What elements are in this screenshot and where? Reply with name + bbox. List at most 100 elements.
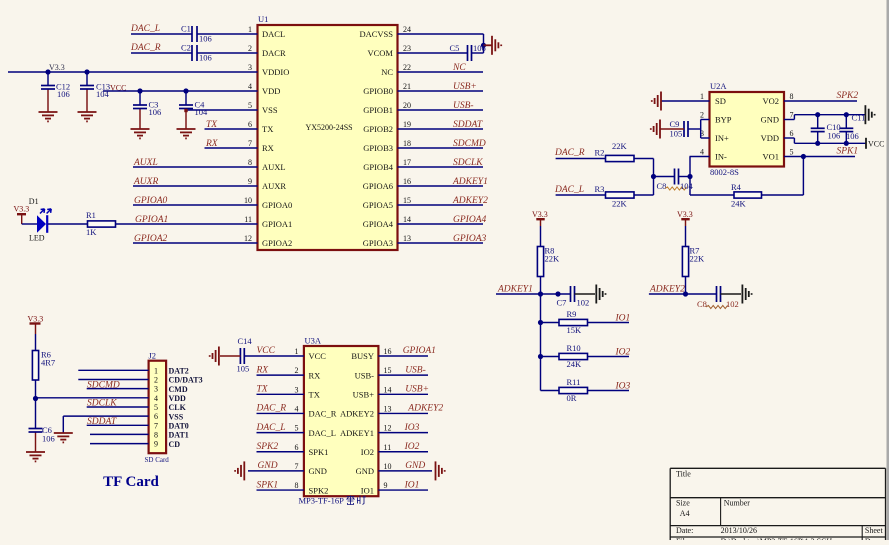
svg-text:2013/10/26: 2013/10/26: [721, 526, 757, 535]
svg-text:VO2: VO2: [762, 96, 779, 106]
svg-text:1: 1: [248, 25, 252, 34]
svg-text:GND: GND: [356, 466, 374, 476]
svg-text:SD Card: SD Card: [145, 456, 170, 464]
svg-text:LED: LED: [29, 234, 45, 243]
svg-text:GPIOB1: GPIOB1: [363, 105, 393, 115]
svg-text:USB-: USB-: [453, 101, 474, 111]
svg-text:VCC: VCC: [257, 346, 276, 356]
svg-text:R1: R1: [86, 210, 96, 220]
svg-text:C7: C7: [557, 298, 567, 308]
svg-text:IO2: IO2: [361, 447, 374, 457]
svg-text:ADKEY1: ADKEY1: [452, 177, 488, 187]
svg-text:VDDIO: VDDIO: [262, 67, 289, 77]
svg-text:22K: 22K: [612, 199, 628, 209]
svg-text:16: 16: [403, 177, 411, 186]
svg-text:2: 2: [700, 111, 704, 120]
svg-text:USB-: USB-: [405, 365, 426, 375]
svg-text:DAC_L: DAC_L: [554, 185, 584, 195]
svg-text:IO1: IO1: [615, 314, 631, 324]
svg-text:V3.3: V3.3: [532, 210, 548, 219]
svg-text:C1: C1: [181, 24, 191, 34]
svg-text:7: 7: [295, 462, 299, 471]
svg-text:IO3: IO3: [615, 382, 631, 392]
svg-text:ADKEY2: ADKEY2: [452, 196, 488, 206]
svg-text:106: 106: [149, 107, 162, 117]
svg-text:DAC_R: DAC_R: [554, 148, 585, 158]
svg-text:GPIOB4: GPIOB4: [363, 162, 394, 172]
svg-text:7: 7: [248, 139, 252, 148]
svg-text:5: 5: [248, 101, 252, 110]
svg-text:4: 4: [700, 148, 704, 157]
svg-text:GPIOA2: GPIOA2: [262, 238, 292, 248]
svg-text:VCOM: VCOM: [367, 48, 393, 58]
svg-text:6: 6: [295, 443, 299, 452]
svg-text:GND: GND: [405, 461, 425, 471]
svg-text:ADKEY2: ADKEY2: [407, 404, 443, 414]
svg-text:Date:: Date:: [676, 526, 693, 535]
svg-text:Sheet: Sheet: [865, 526, 884, 535]
svg-text:TX: TX: [309, 390, 320, 400]
svg-text:R3: R3: [595, 184, 605, 194]
svg-text:14: 14: [403, 215, 411, 224]
svg-text:8: 8: [295, 481, 299, 490]
svg-text:A4: A4: [680, 509, 690, 518]
svg-text:22K: 22K: [545, 254, 561, 264]
svg-text:V3.3: V3.3: [28, 315, 44, 324]
svg-text:2: 2: [248, 44, 252, 53]
svg-text:SDDAT: SDDAT: [453, 120, 483, 130]
svg-text:104: 104: [195, 107, 209, 117]
svg-text:20: 20: [403, 101, 411, 110]
svg-text:102: 102: [726, 299, 739, 309]
svg-text:18: 18: [403, 139, 411, 148]
svg-text:VO1: VO1: [762, 152, 779, 162]
svg-text:CD/DAT3: CD/DAT3: [169, 376, 203, 385]
svg-text:SPK2: SPK2: [257, 442, 279, 452]
svg-text:7: 7: [790, 111, 794, 120]
svg-text:GPIOB3: GPIOB3: [363, 143, 393, 153]
svg-text:USB+: USB+: [453, 82, 477, 92]
svg-text:GPIOA5: GPIOA5: [363, 200, 393, 210]
svg-text:5: 5: [295, 424, 299, 433]
svg-text:IO1: IO1: [404, 480, 420, 490]
svg-text:3: 3: [154, 385, 158, 394]
svg-text:11: 11: [244, 215, 252, 224]
svg-text:DAC_L: DAC_L: [256, 423, 286, 433]
svg-text:4R7: 4R7: [41, 358, 55, 368]
svg-text:TX: TX: [257, 385, 269, 395]
svg-text:9: 9: [384, 481, 388, 490]
svg-text:10: 10: [384, 462, 392, 471]
svg-text:RX: RX: [262, 143, 274, 153]
svg-text:RX: RX: [256, 365, 270, 375]
svg-text:R9: R9: [567, 309, 577, 319]
svg-text:102: 102: [577, 298, 590, 308]
svg-text:USB+: USB+: [353, 390, 375, 400]
svg-text:DAT2: DAT2: [169, 367, 189, 376]
svg-text:R2: R2: [595, 148, 605, 158]
svg-text:C2: C2: [181, 43, 191, 53]
svg-text:C9: C9: [670, 119, 680, 129]
svg-text:GPIOB0: GPIOB0: [363, 86, 393, 96]
svg-text:8: 8: [154, 430, 158, 439]
svg-text:U2A: U2A: [710, 81, 727, 91]
svg-text:CD: CD: [169, 440, 181, 449]
svg-text:U1: U1: [258, 14, 268, 24]
svg-text:7: 7: [154, 421, 158, 430]
svg-text:GPIOA4: GPIOA4: [363, 219, 394, 229]
svg-text:IO3: IO3: [404, 423, 420, 433]
svg-text:TX: TX: [262, 124, 273, 134]
svg-text:8: 8: [248, 158, 252, 167]
svg-text:105: 105: [670, 129, 683, 139]
svg-text:8: 8: [790, 92, 794, 101]
svg-text:YX5200-24SS: YX5200-24SS: [306, 123, 353, 132]
svg-text:R11: R11: [567, 377, 581, 387]
svg-text:V3.3: V3.3: [14, 205, 30, 214]
svg-text:SPK2: SPK2: [837, 91, 859, 101]
svg-text:CMD: CMD: [169, 385, 188, 394]
svg-text:DAC_R: DAC_R: [309, 409, 337, 419]
svg-text:GND: GND: [761, 115, 779, 125]
svg-text:105: 105: [237, 364, 250, 374]
svg-text:Number: Number: [724, 499, 751, 508]
svg-text:R10: R10: [567, 343, 581, 353]
svg-text:24: 24: [403, 25, 411, 34]
svg-text:DAT0: DAT0: [169, 421, 189, 430]
